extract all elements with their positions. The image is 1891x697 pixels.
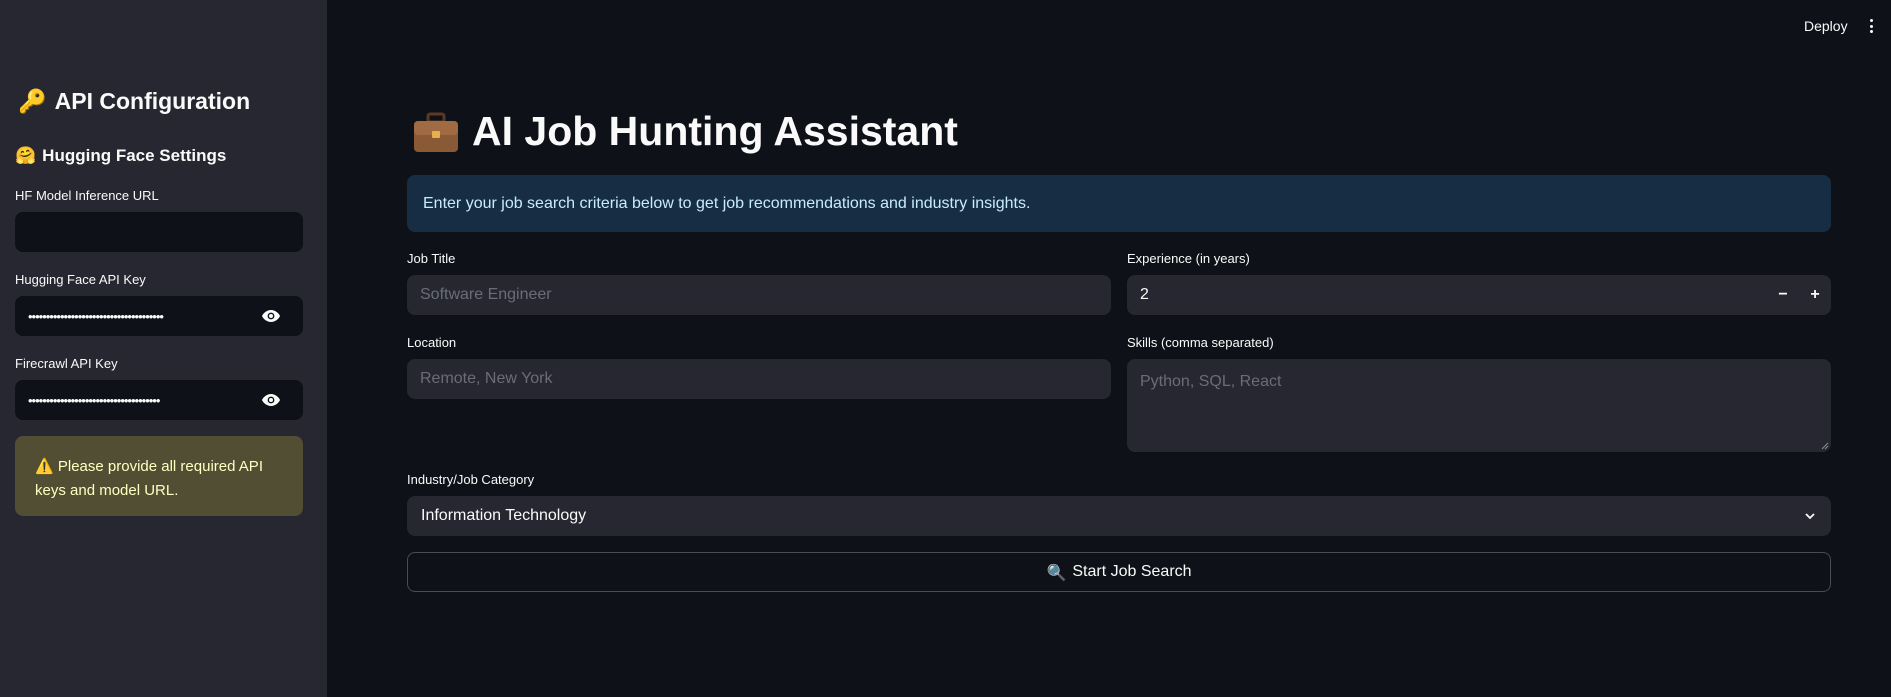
show-password-icon[interactable]: [260, 389, 282, 411]
page-title: AI Job Hunting Assistant: [412, 108, 958, 155]
increment-button[interactable]: +: [1799, 275, 1831, 315]
search-icon: 🔍: [1046, 562, 1067, 582]
hf-url-input[interactable]: [15, 212, 303, 252]
sidebar-title-text: API Configuration: [54, 88, 251, 114]
firecrawl-api-key-input[interactable]: •••••••••••••••••••••••••••••••••••••: [15, 380, 303, 420]
warning-alert: ⚠️ Please provide all required API keys …: [15, 436, 303, 516]
experience-label: Experience (in years): [1127, 251, 1250, 266]
sidebar-title: 🔑 API Configuration: [18, 88, 250, 115]
job-title-placeholder: Software Engineer: [420, 286, 552, 303]
skills-label: Skills (comma separated): [1127, 335, 1274, 350]
deploy-button[interactable]: Deploy: [1804, 18, 1848, 34]
firecrawl-api-key-value: •••••••••••••••••••••••••••••••••••••: [28, 392, 160, 408]
hugging-face-icon: 🤗: [15, 146, 37, 166]
location-label: Location: [407, 335, 457, 350]
sidebar-subtitle: 🤗 Hugging Face Settings: [15, 146, 226, 166]
location-input[interactable]: Remote, New York: [407, 359, 1111, 399]
chevron-down-icon: [1805, 513, 1815, 520]
briefcase-icon: [412, 112, 460, 152]
industry-select[interactable]: Information Technology: [407, 496, 1831, 536]
warning-text: Please provide all required API keys and…: [35, 458, 263, 499]
start-job-search-label: Start Job Search: [1072, 563, 1192, 580]
hf-api-key-input[interactable]: ••••••••••••••••••••••••••••••••••••••: [15, 296, 303, 336]
industry-value: Information Technology: [421, 507, 587, 524]
skills-textarea[interactable]: Python, SQL, React: [1127, 359, 1831, 452]
decrement-button[interactable]: −: [1767, 275, 1799, 315]
page-title-text: AI Job Hunting Assistant: [472, 108, 958, 154]
warning-icon: ⚠️: [35, 457, 54, 475]
skills-placeholder: Python, SQL, React: [1140, 373, 1282, 390]
job-title-label: Job Title: [407, 251, 456, 266]
experience-stepper[interactable]: 2 − +: [1127, 275, 1831, 315]
experience-value: 2: [1140, 286, 1149, 303]
industry-label: Industry/Job Category: [407, 472, 535, 487]
hf-url-label: HF Model Inference URL: [15, 188, 159, 203]
key-icon: 🔑: [18, 89, 47, 115]
show-password-icon[interactable]: [260, 305, 282, 327]
start-job-search-button[interactable]: 🔍 Start Job Search: [407, 552, 1831, 592]
more-menu-icon[interactable]: [1866, 16, 1876, 36]
hf-api-key-label: Hugging Face API Key: [15, 272, 146, 287]
job-title-input[interactable]: Software Engineer: [407, 275, 1111, 315]
firecrawl-api-key-label: Firecrawl API Key: [15, 356, 118, 371]
info-box: Enter your job search criteria below to …: [407, 175, 1831, 232]
resize-handle-icon[interactable]: [1821, 442, 1829, 450]
info-text: Enter your job search criteria below to …: [423, 194, 1031, 212]
location-placeholder: Remote, New York: [420, 370, 553, 387]
sidebar-subtitle-text: Hugging Face Settings: [42, 146, 227, 165]
sidebar: 🔑 API Configuration 🤗 Hugging Face Setti…: [0, 0, 327, 697]
hf-api-key-value: ••••••••••••••••••••••••••••••••••••••: [28, 308, 164, 324]
